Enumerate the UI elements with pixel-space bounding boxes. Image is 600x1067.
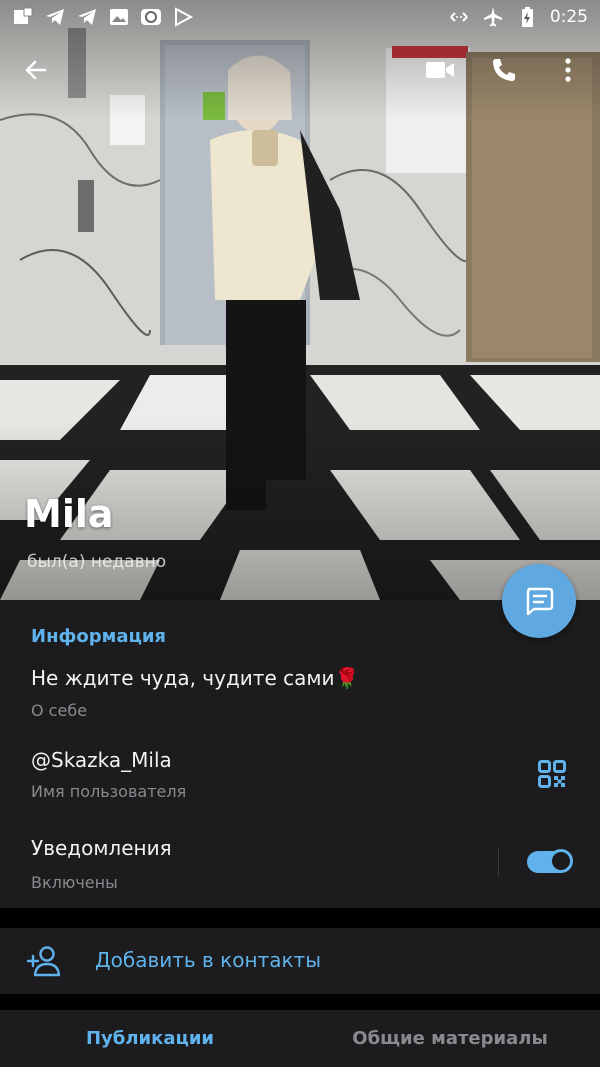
add-contact-row[interactable]: Добавить в контакты: [0, 928, 600, 994]
phone-icon: [493, 59, 515, 81]
notifications-status: Включены: [31, 873, 118, 892]
toggle-knob: [549, 849, 573, 873]
video-camera-icon: [426, 62, 454, 78]
tab-publications[interactable]: Публикации: [0, 1010, 300, 1067]
username-value[interactable]: @Skazka_Mila: [31, 748, 172, 772]
arrow-left-icon: [25, 60, 47, 80]
notifications-row[interactable]: Уведомления: [31, 836, 172, 860]
qr-code-button[interactable]: [538, 760, 566, 788]
divider: [498, 847, 499, 877]
call-button[interactable]: [480, 46, 528, 94]
video-call-button[interactable]: [416, 46, 464, 94]
image-icon: [110, 9, 128, 25]
more-vert-icon: [565, 58, 571, 82]
info-card: Информация Не ждите чуда, чудите сами🌹 О…: [0, 600, 600, 908]
add-person-icon: [26, 946, 61, 977]
battery-charging-icon: [521, 7, 533, 27]
status-time: 0:25: [549, 7, 588, 27]
message-fab[interactable]: [502, 564, 576, 638]
bio-text: Не ждите чуда, чудите сами: [31, 666, 335, 690]
telegram-icon: [78, 9, 96, 25]
notifications-toggle[interactable]: [527, 849, 573, 873]
app-icon: [141, 9, 161, 25]
message-icon: [526, 587, 554, 616]
info-section-title: Информация: [31, 626, 166, 647]
notification-square-icon: [14, 7, 33, 24]
telegram-icon: [46, 9, 64, 25]
rose-emoji: 🌹: [334, 666, 360, 690]
username-label: Имя пользователя: [31, 782, 187, 801]
profile-name: Mila: [24, 492, 114, 536]
more-menu-button[interactable]: [544, 46, 592, 94]
media-tabs: Публикации Общие материалы: [0, 1010, 600, 1067]
data-saver-icon: [450, 12, 468, 22]
profile-toolbar: [0, 46, 600, 94]
status-bar: 0:25: [0, 0, 600, 34]
tab-shared-media[interactable]: Общие материалы: [300, 1010, 600, 1067]
airplane-mode-icon: [483, 7, 502, 27]
bio-row[interactable]: Не ждите чуда, чудите сами🌹: [31, 666, 359, 690]
bio-label: О себе: [31, 701, 88, 720]
add-contact-label: Добавить в контакты: [95, 948, 321, 972]
profile-last-seen: был(а) недавно: [27, 552, 167, 572]
qr-code-icon: [538, 760, 566, 788]
back-button[interactable]: [12, 46, 60, 94]
play-icon: [175, 7, 194, 27]
